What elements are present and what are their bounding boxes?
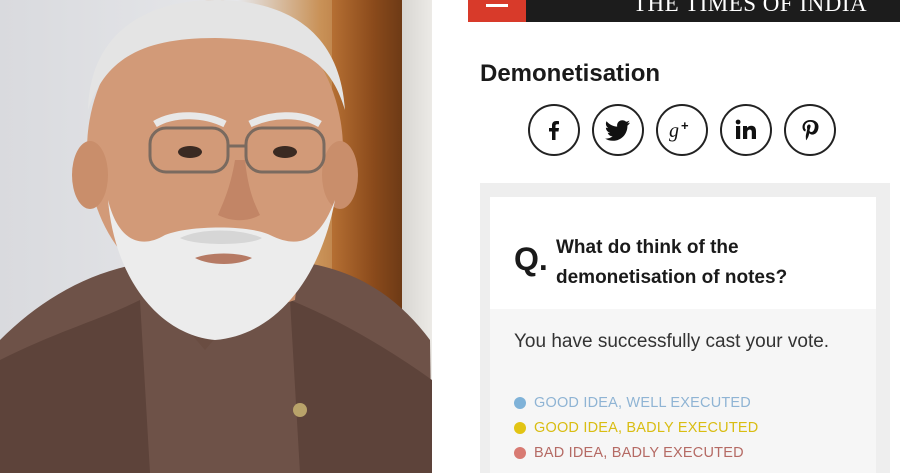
- pinterest-icon: [802, 120, 819, 141]
- mobile-page: THE TIMES OF INDIA Demonetisation g + Q.…: [432, 0, 900, 473]
- poll-option: GOOD IDEA, BADLY EXECUTED: [514, 420, 758, 436]
- site-logo[interactable]: THE TIMES OF INDIA: [633, 0, 867, 17]
- option-label: BAD IDEA, BADLY EXECUTED: [534, 445, 744, 461]
- menu-icon: [486, 4, 508, 7]
- portrait-illustration: [0, 0, 432, 473]
- social-share-bar: g +: [528, 104, 836, 160]
- top-navigation-bar: THE TIMES OF INDIA: [468, 0, 900, 22]
- poll-question-card: Q. What do think of the demonetisation o…: [490, 197, 876, 309]
- poll-result-card: You have successfully cast your vote. GO…: [490, 309, 876, 473]
- facebook-share-button[interactable]: [528, 104, 580, 156]
- svg-text:+: +: [681, 118, 689, 133]
- twitter-share-button[interactable]: [592, 104, 644, 156]
- option-color-dot: [514, 397, 526, 409]
- poll-option: BAD IDEA, BADLY EXECUTED: [514, 445, 744, 461]
- google-plus-icon: g +: [669, 118, 689, 142]
- poll-option: GOOD IDEA, WELL EXECUTED: [514, 395, 751, 411]
- portrait-photo: [0, 0, 432, 473]
- facebook-icon: [549, 121, 559, 140]
- vote-success-message: You have successfully cast your vote.: [514, 331, 830, 352]
- section-title: Demonetisation: [480, 60, 661, 87]
- option-color-dot: [514, 447, 526, 459]
- option-label: GOOD IDEA, WELL EXECUTED: [534, 395, 751, 411]
- linkedin-icon: [735, 119, 756, 139]
- svg-text:g: g: [669, 120, 679, 142]
- hamburger-menu-button[interactable]: [468, 0, 526, 22]
- poll-widget: Q. What do think of the demonetisation o…: [480, 183, 890, 473]
- twitter-icon: [605, 120, 630, 141]
- google-plus-share-button[interactable]: g +: [656, 104, 708, 156]
- poll-question: What do think of the demonetisation of n…: [556, 237, 788, 288]
- question-label: Q.: [514, 241, 548, 277]
- option-label: GOOD IDEA, BADLY EXECUTED: [534, 420, 759, 436]
- pinterest-share-button[interactable]: [784, 104, 836, 156]
- option-color-dot: [514, 422, 526, 434]
- linkedin-share-button[interactable]: [720, 104, 772, 156]
